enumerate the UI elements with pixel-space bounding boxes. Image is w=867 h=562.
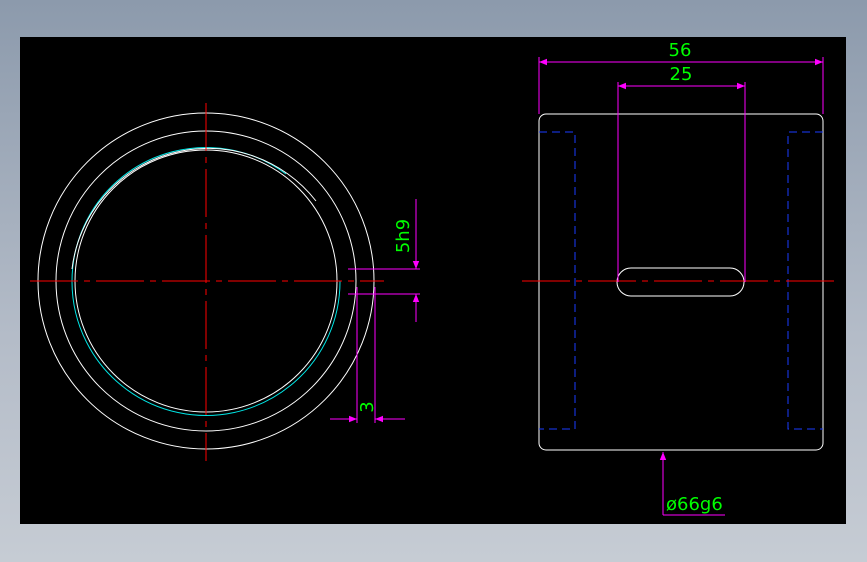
drawing-canvas[interactable]: 5h9 3 56 25 ø66g6 xyxy=(20,37,846,524)
front-view: 5h9 3 xyxy=(30,103,420,461)
slot-dim-label: 25 xyxy=(670,64,693,85)
body-outline xyxy=(538,113,824,451)
width-dim-label: 56 xyxy=(669,40,692,61)
keyway-dim-label: 5h9 xyxy=(393,219,414,253)
keyway-slot xyxy=(616,267,745,297)
cad-drawing: 5h9 3 56 25 ø66g6 xyxy=(30,40,840,516)
diameter-dim-label: ø66g6 xyxy=(666,494,723,515)
side-view: 56 25 ø66g6 xyxy=(522,40,840,516)
wall-dim-label: 3 xyxy=(357,401,378,412)
